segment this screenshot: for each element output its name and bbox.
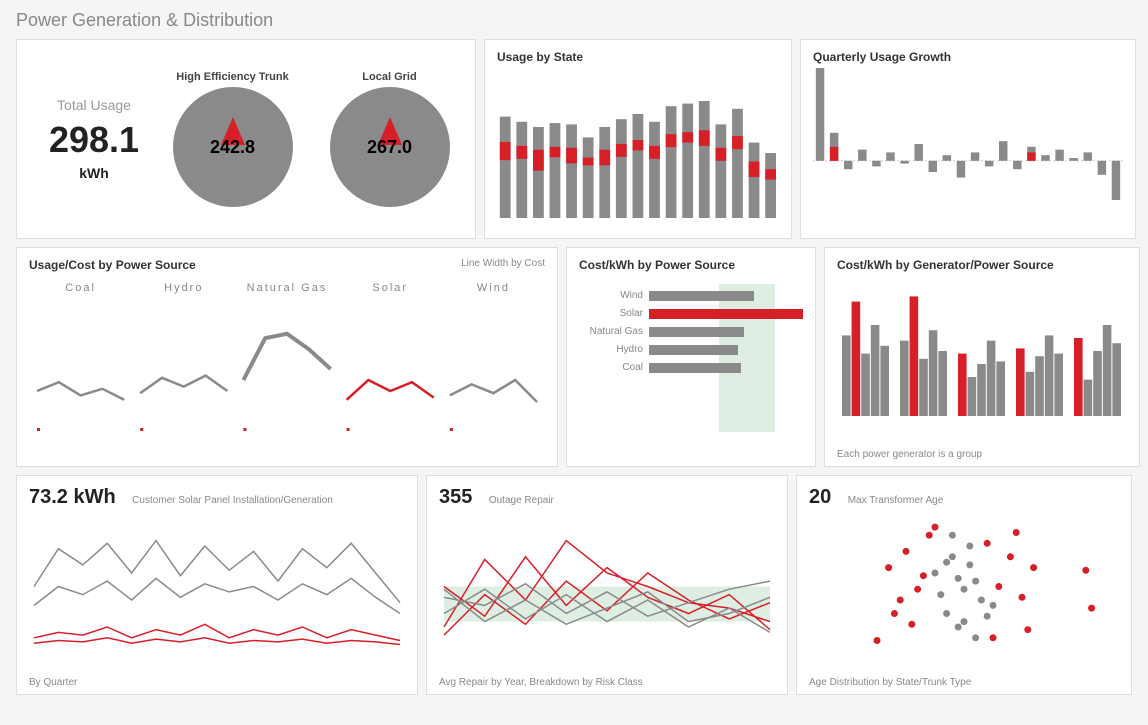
- facet-label: Natural Gas: [235, 282, 338, 294]
- total-usage-label: Total Usage: [39, 97, 149, 113]
- chart-title: Usage by State: [497, 50, 779, 64]
- facet-labels: Coal Hydro Natural Gas Solar Wind: [29, 282, 545, 294]
- solar-label: Customer Solar Panel Installation/Genera…: [132, 495, 333, 506]
- chart-scatter[interactable]: [809, 509, 1119, 669]
- transformer-value: 20: [809, 486, 831, 509]
- solar-value: 73.2 kWh: [29, 486, 116, 509]
- hbar-row: Hydro: [579, 344, 803, 355]
- hbar-row: Wind: [579, 290, 803, 301]
- chart-usage-cost-facets[interactable]: [29, 294, 545, 444]
- card-usage-by-state: Usage by State: [484, 39, 792, 239]
- hbar-label: Coal: [579, 362, 649, 373]
- card-transformer-age: 20 Max Transformer Age Age Distribution …: [796, 475, 1132, 695]
- chart-caption: By Quarter: [29, 677, 77, 688]
- card-outage-repair: 355 Outage Repair Avg Repair by Year, Br…: [426, 475, 788, 695]
- chart-usage-by-state[interactable]: [497, 68, 779, 228]
- facet-label: Solar: [339, 282, 442, 294]
- transformer-label: Max Transformer Age: [848, 495, 944, 506]
- chart-note: Line Width by Cost: [461, 258, 545, 269]
- total-usage-block: Total Usage 298.1 kWh: [29, 97, 159, 181]
- chart-cost-kwh-generator[interactable]: [837, 276, 1127, 436]
- chart-title: Cost/kWh by Generator/Power Source: [837, 258, 1127, 272]
- facet-label: Coal: [29, 282, 132, 294]
- gauge-value-2: 267.0: [367, 137, 412, 158]
- gauge-value-1: 242.8: [210, 137, 255, 158]
- outage-value: 355: [439, 486, 472, 509]
- card-solar-installation: 73.2 kWh Customer Solar Panel Installati…: [16, 475, 418, 695]
- card-total-usage-gauges: Total Usage 298.1 kWh High Efficiency Tr…: [16, 39, 476, 239]
- chart-caption: Each power generator is a group: [837, 449, 982, 460]
- hbar-label: Hydro: [579, 344, 649, 355]
- chart-caption: Age Distribution by State/Trunk Type: [809, 677, 971, 688]
- reference-band: [719, 284, 775, 432]
- card-usage-cost-source: Usage/Cost by Power Source Line Width by…: [16, 247, 558, 467]
- hbar-row: Coal: [579, 362, 803, 373]
- chart-title: Cost/kWh by Power Source: [579, 258, 803, 272]
- page-title: Power Generation & Distribution: [16, 10, 1132, 31]
- outage-label: Outage Repair: [489, 495, 554, 506]
- hbar-row: Solar: [579, 308, 803, 319]
- gauge-high-efficiency: High Efficiency Trunk 242.8: [159, 71, 306, 207]
- facet-label: Hydro: [132, 282, 235, 294]
- gauge-local-grid: Local Grid 267.0: [316, 71, 463, 207]
- hbar-label: Solar: [579, 308, 649, 319]
- chart-outage[interactable]: [439, 509, 775, 669]
- chart-title: Quarterly Usage Growth: [813, 50, 1123, 64]
- chart-caption: Avg Repair by Year, Breakdown by Risk Cl…: [439, 677, 643, 688]
- card-quarterly-growth: Quarterly Usage Growth: [800, 39, 1136, 239]
- gauge-title-2: Local Grid: [316, 71, 463, 83]
- total-usage-value: 298.1: [39, 119, 149, 161]
- total-usage-unit: kWh: [39, 165, 149, 181]
- chart-solar[interactable]: [29, 509, 405, 669]
- hbar-label: Natural Gas: [579, 326, 649, 337]
- card-cost-kwh-source: Cost/kWh by Power Source Wind Solar Natu…: [566, 247, 816, 467]
- facet-label: Wind: [442, 282, 545, 294]
- card-cost-kwh-generator: Cost/kWh by Generator/Power Source Each …: [824, 247, 1140, 467]
- gauge-title-1: High Efficiency Trunk: [159, 71, 306, 83]
- hbar-label: Wind: [579, 290, 649, 301]
- hbar-row: Natural Gas: [579, 326, 803, 337]
- chart-quarterly-growth[interactable]: [813, 68, 1123, 228]
